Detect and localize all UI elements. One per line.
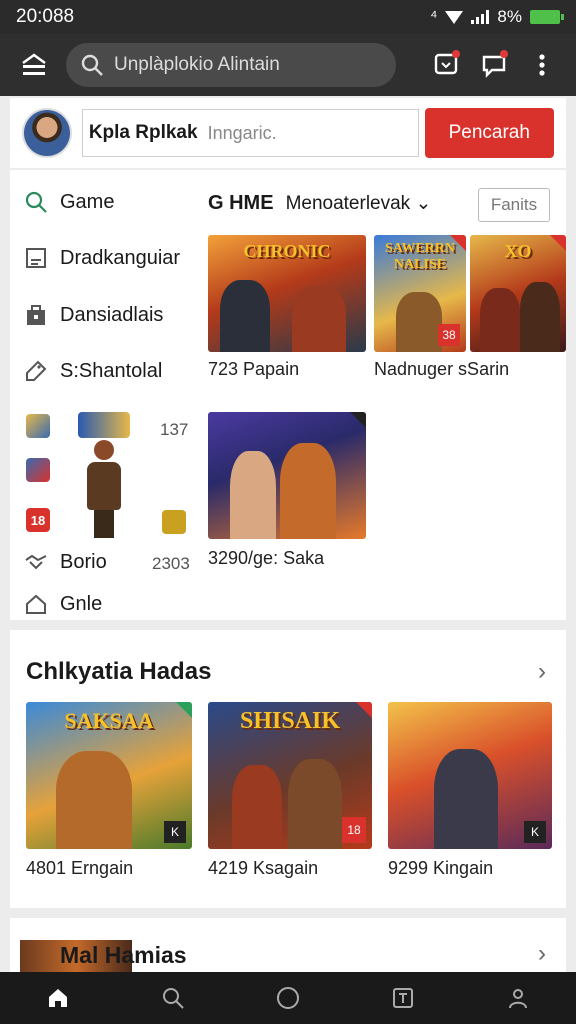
status-time: 20:088 <box>16 6 75 27</box>
sidebar-item-game[interactable]: Game <box>24 190 114 214</box>
sidebar-item-label: Gnle <box>60 592 103 615</box>
chevron-right-icon[interactable]: › <box>538 658 546 686</box>
battery-text: 8% <box>497 7 522 26</box>
home-menu-icon[interactable] <box>14 45 54 85</box>
section-title: Mal Hamias <box>60 942 187 968</box>
sidebar-item-label: Dansiadlais <box>60 303 164 326</box>
game-tile[interactable]: CHRONIC <box>208 235 366 352</box>
game-tile[interactable]: K <box>388 702 552 849</box>
sidebar-item-label: Borio <box>60 550 107 573</box>
messages-badge <box>452 50 460 58</box>
nav-library-icon[interactable] <box>383 978 423 1018</box>
weapon-icon <box>26 458 50 482</box>
game-tile-caption: 4219 Ksagain <box>208 858 319 878</box>
game-tile-art-title: CHRONIC <box>243 241 331 261</box>
wifi-icon <box>445 10 464 24</box>
age-rating-badge: 38 <box>438 324 460 346</box>
app-bar-actions <box>426 45 562 85</box>
game-tile[interactable]: SAKSAA K <box>26 702 192 849</box>
profile-name: Kpla Rplkak <box>88 122 198 143</box>
sidebar-item-label: Dradkanguiar <box>60 246 181 269</box>
game-tile-caption: Nadnuger sSarin <box>374 359 510 379</box>
section-card: Mal Hamias › <box>10 918 566 978</box>
game-logo-icon <box>78 412 130 438</box>
nav-circle-icon[interactable] <box>268 978 308 1018</box>
bottom-nav <box>0 972 576 1024</box>
more-options-icon[interactable] <box>522 45 562 85</box>
chat-icon[interactable] <box>474 45 514 85</box>
sidebar: Game Dradkanguiar Dansiadlais S:Shantola… <box>10 170 196 620</box>
nav-home-icon[interactable] <box>38 978 78 1018</box>
search-icon <box>25 191 47 213</box>
notification-icon: ⁴ <box>430 7 438 26</box>
sidebar-item-sshantolal[interactable]: S:Shantolal <box>24 359 162 383</box>
platform-badge: K <box>524 821 546 843</box>
section-title: Chlkyatia Hadas <box>26 658 212 685</box>
sidebar-item-label: S:Shantolal <box>60 359 163 382</box>
game-tile-caption: 9299 Kingain <box>388 858 494 878</box>
sidebar-item-label: Game <box>60 190 115 213</box>
game-tile-caption: 723 Papain <box>208 359 300 379</box>
hero-character-icon <box>78 440 130 540</box>
signal-icon <box>471 10 490 24</box>
game-tile-art-title: XO <box>504 241 532 261</box>
game-tile[interactable]: SAWERRN NALISE 38 <box>374 235 466 352</box>
nav-profile-icon[interactable] <box>498 978 538 1018</box>
chevron-down-icon: ⌄ <box>415 193 432 214</box>
content-header: G HME Menoaterlevak ⌄ <box>208 192 431 215</box>
chevron-right-icon[interactable]: › <box>538 940 546 968</box>
game-tile[interactable]: SHISAIK 18 <box>208 702 372 849</box>
main-card: Game Dradkanguiar Dansiadlais S:Shantola… <box>10 170 566 620</box>
sidebar-item-borio[interactable]: Borio <box>24 550 107 574</box>
document-icon <box>26 248 46 268</box>
nav-search-icon[interactable] <box>153 978 193 1018</box>
messages-icon[interactable] <box>426 45 466 85</box>
profile-row: Kpla Rplkak Inngaric. Pencarah <box>10 98 566 168</box>
sidebar-item-dradkanguiar[interactable]: Dradkanguiar <box>24 246 180 270</box>
game-badge-icon <box>26 414 50 438</box>
tile-corner-flag <box>176 702 192 718</box>
search-icon <box>81 54 103 76</box>
game-tile[interactable] <box>208 412 366 539</box>
chat-badge <box>500 50 508 58</box>
tile-corner-flag <box>550 235 566 251</box>
game-tile-art-title: SAWERRN NALISE <box>384 241 455 272</box>
search-input[interactable] <box>114 54 374 76</box>
sidebar-item-gnle[interactable]: Gnle <box>24 592 102 616</box>
sort-dropdown[interactable]: Menoaterlevak ⌄ <box>286 192 432 215</box>
profile-field[interactable]: Kpla Rplkak Inngaric. <box>81 109 419 157</box>
house-icon <box>26 594 46 614</box>
filter-button[interactable]: Fanits <box>478 188 550 222</box>
app-bar <box>0 34 576 96</box>
handshake-icon <box>25 554 47 570</box>
age-rating-icon: 18 <box>26 508 50 532</box>
section-heading: G HME <box>208 192 274 214</box>
game-tile-caption: 4801 Erngain <box>26 858 134 878</box>
avatar[interactable] <box>22 108 72 158</box>
status-icons: ⁴ 8% <box>430 7 564 27</box>
sort-dropdown-label: Menoaterlevak <box>285 193 411 214</box>
shield-icon <box>162 510 186 534</box>
search-bar[interactable] <box>66 43 396 87</box>
game-tile-art-title: SHISAIK <box>239 708 341 734</box>
tile-corner-flag <box>450 235 466 251</box>
game-tile-caption: 3290/ge: Saka <box>208 548 325 568</box>
tile-corner-flag <box>356 702 372 718</box>
battery-icon <box>530 10 564 24</box>
game-tile-art-title: SAKSAA <box>64 708 154 733</box>
bag-icon <box>27 305 45 325</box>
age-rating-badge: 18 <box>342 817 366 843</box>
tile-corner-flag <box>350 412 366 428</box>
sidebar-count-1: 137 <box>160 420 189 439</box>
sidebar-item-dansiadlais[interactable]: Dansiadlais <box>24 303 163 327</box>
profile-hint: Inngaric. <box>207 122 277 143</box>
section-card: Chlkyatia Hadas › SAKSAA K 4801 Erngain … <box>10 630 566 908</box>
tag-icon <box>26 360 47 381</box>
sidebar-count-2: 2303 <box>152 554 190 573</box>
status-bar: 20:088 ⁴ 8% <box>0 0 576 34</box>
platform-badge: K <box>164 821 186 843</box>
search-button[interactable]: Pencarah <box>424 108 554 158</box>
game-tile[interactable]: XO <box>470 235 566 352</box>
